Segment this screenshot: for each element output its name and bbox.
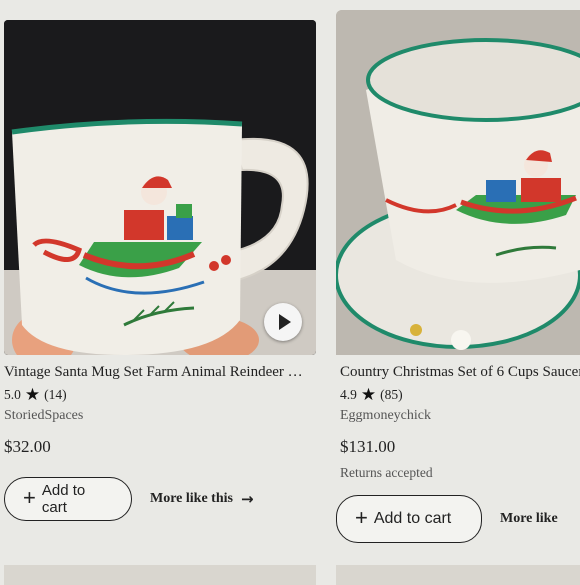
- more-like-this-link[interactable]: More like this →: [150, 490, 254, 508]
- listing-image[interactable]: [4, 20, 316, 355]
- price: $32.00: [4, 437, 51, 456]
- star-icon: ★: [24, 385, 41, 404]
- play-icon[interactable]: [264, 303, 302, 341]
- listing-card[interactable]: Vintage Santa Mug Set Farm Animal Reinde…: [0, 20, 320, 521]
- add-to-cart-button[interactable]: + Add to cart: [336, 495, 482, 543]
- add-to-cart-label: Add to cart: [373, 510, 452, 527]
- plus-icon: +: [355, 505, 368, 530]
- plus-icon: +: [23, 485, 36, 510]
- listing-title[interactable]: Vintage Santa Mug Set Farm Animal Reinde…: [4, 364, 308, 381]
- listing-card[interactable]: Country Christmas Set of 6 Cups Saucers …: [336, 10, 580, 543]
- mug-photo: [4, 20, 316, 355]
- rating-row: 4.9 ★ (85): [340, 386, 580, 403]
- price: $131.00: [340, 437, 396, 456]
- more-like-this-label: More like: [500, 511, 558, 526]
- next-listing-image[interactable]: [4, 565, 316, 585]
- shop-name[interactable]: Eggmoneychick: [340, 408, 580, 424]
- review-count: (14): [44, 386, 67, 402]
- next-listing-image[interactable]: [336, 565, 580, 585]
- cup-saucer-photo: [336, 10, 580, 355]
- rating-row: 5.0 ★ (14): [4, 386, 320, 403]
- returns-note: Returns accepted: [340, 465, 433, 480]
- listing-image[interactable]: [336, 10, 580, 355]
- shop-name[interactable]: StoriedSpaces: [4, 408, 320, 424]
- more-like-this-label: More like this: [150, 491, 233, 506]
- arrow-right-icon: →: [240, 490, 254, 508]
- rating-value: 4.9: [340, 386, 357, 402]
- listing-title[interactable]: Country Christmas Set of 6 Cups Saucers: [340, 364, 580, 381]
- add-to-cart-button[interactable]: + Add to cart: [4, 477, 132, 521]
- add-to-cart-label: Add to cart: [41, 482, 86, 516]
- rating-value: 5.0: [4, 386, 21, 402]
- review-count: (85): [380, 386, 403, 402]
- star-icon: ★: [360, 385, 377, 404]
- more-like-this-link[interactable]: More like: [500, 511, 558, 527]
